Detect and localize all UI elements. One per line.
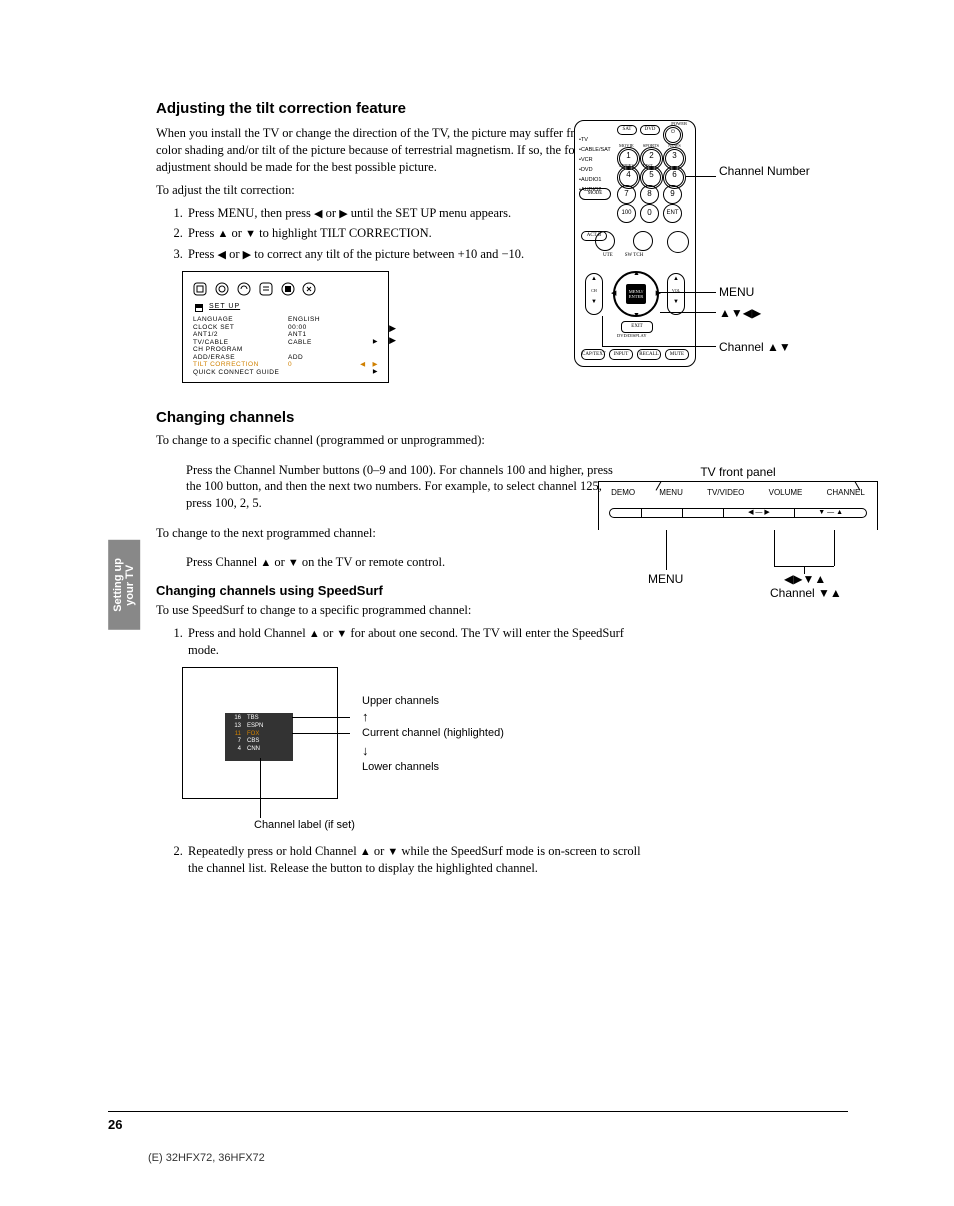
down-arrow-icon: ↓ [362, 743, 369, 758]
callout-upper: Upper channels [362, 695, 439, 707]
tvpanel-callout-channel: Channel ▼▲ [770, 586, 842, 600]
heading-tilt: Adjusting the tilt correction feature [156, 100, 856, 117]
tvpanel-callouts: MENU ◀▶▼▲ Channel ▼▲ [598, 530, 878, 600]
up-arrow-icon: ↑ [362, 709, 369, 724]
right-icon: ▶ [243, 248, 251, 263]
section-tab: Setting up your TV [108, 540, 140, 630]
callout-line [292, 717, 350, 718]
setup-menu-table: LANGUAGEENGLISH CLOCK SET00:00 ANT1/2ANT… [193, 316, 378, 376]
callout-channel-updown: Channel ▲▼ [719, 340, 791, 354]
speedsurf-figure: 16TBS 13ESPN 11FOX 7CBS 4CNN Upper chann… [182, 667, 856, 837]
callout-line [292, 733, 350, 734]
setup-menu-figure: SET UP LANGUAGEENGLISH CLOCK SET00:00 AN… [182, 271, 389, 383]
callout-menu: MENU [719, 285, 754, 299]
up-icon: ▲ [260, 556, 271, 571]
remote-body: SAT DVD ⏻ POWER •TV •CABLE/SAT •VCR •DVD… [574, 120, 696, 367]
callout-lower: Lower channels [362, 761, 439, 773]
side-tab-line2: your TV [124, 564, 136, 605]
heading-channels: Changing channels [156, 409, 856, 426]
speedsurf-steps-2: Repeatedly press or hold Channel ▲ or ▼ … [156, 843, 656, 877]
speedsurf-step-1: Press and hold Channel ▲ or ▼ for about … [186, 625, 656, 659]
remote-channel-rocker: ▲ CH ▼ [585, 273, 603, 315]
callout-line [602, 316, 603, 346]
remote-dpad: MENU/ ENTER ▲ ▼ ◀ ▶ [613, 271, 659, 317]
speedsurf-list: 16TBS 13ESPN 11FOX 7CBS 4CNN [225, 713, 293, 761]
tvpanel-labels: DEMO MENU TV/VIDEO VOLUME CHANNEL [599, 488, 877, 497]
callout-channel-number: Channel Number [719, 164, 810, 178]
menu-icon [281, 282, 295, 296]
channels-ind1: Press the Channel Number buttons (0–9 an… [186, 462, 626, 513]
down-icon: ▼ [387, 845, 398, 860]
speedsurf-steps-1: Press and hold Channel ▲ or ▼ for about … [156, 625, 656, 659]
model-number: (E) 32HFX72, 36HFX72 [148, 1152, 265, 1164]
menu-icon [215, 282, 229, 296]
down-icon: ▼ [336, 627, 347, 642]
tvpanel-title: TV front panel [598, 465, 878, 479]
left-icon: ◀ [218, 248, 226, 263]
menu-icon [237, 282, 251, 296]
up-icon: ▲ [309, 627, 320, 642]
menu-icon [193, 282, 207, 296]
callout-line [656, 292, 716, 293]
page-number: 26 [108, 1117, 122, 1132]
setup-menu-title: SET UP [209, 303, 240, 310]
speedsurf-step-2: Repeatedly press or hold Channel ▲ or ▼ … [186, 843, 656, 877]
up-icon: ▲ [218, 227, 229, 242]
callout-line [660, 312, 716, 313]
speedsurf-p1: To use SpeedSurf to change to a specific… [156, 602, 626, 619]
callout-arrows: ▲▼◀▶ [719, 306, 761, 320]
callout-current: Current channel (highlighted) [362, 727, 504, 739]
page-footer: 26 (E) 32HFX72, 36HFX72 [108, 1111, 848, 1166]
tvpanel-callout-menu: MENU [648, 572, 683, 586]
tvpanel-box: DEMO MENU TV/VIDEO VOLUME CHANNEL ◀ — ▶ … [598, 481, 878, 530]
tvpanel-callout-arrows: ◀▶▼▲ [784, 572, 826, 586]
tilt-lead: To adjust the tilt correction: [156, 182, 626, 199]
remote-mode-labels: •TV •CABLE/SAT •VCR •DVD •AUDIO1 •AUDIO2 [579, 135, 611, 195]
setup-side-arrows: ▶▶ [389, 322, 396, 346]
side-tab-line1: Setting up [112, 558, 124, 612]
right-icon: ▶ [339, 207, 347, 222]
channels-ind2: Press Channel ▲ or ▼ on the TV or remote… [186, 554, 626, 571]
callout-line [602, 346, 716, 347]
remote-volume-rocker: ▲ VOL ▼ [667, 273, 685, 315]
tv-front-panel-figure: TV front panel DEMO MENU TV/VIDEO VOLUME… [598, 465, 878, 600]
remote-bottom-row: CAP/TEXT INPUT RECALL MUTE [581, 349, 689, 360]
callout-line [260, 758, 261, 818]
setup-category-icon [193, 302, 205, 314]
down-icon: ▼ [245, 227, 256, 242]
tvpanel-button-bar: ◀ — ▶ ▼ — ▲ [609, 508, 867, 518]
remote-number-grid: 1 2 3 4 5 6 7 8 9 100 0 ENT [617, 147, 683, 222]
channels-p2: To change to the next programmed channel… [156, 525, 626, 542]
callout-line [686, 176, 716, 177]
tilt-intro: When you install the TV or change the di… [156, 125, 616, 176]
down-icon: ▼ [288, 556, 299, 571]
callout-channel-label: Channel label (if set) [254, 819, 355, 831]
menu-icon [259, 282, 273, 296]
left-icon: ◀ [314, 207, 322, 222]
up-icon: ▲ [360, 845, 371, 860]
remote-top-ovals: SAT DVD ⏻ [617, 125, 683, 145]
channels-p1: To change to a specific channel (program… [156, 432, 626, 449]
setup-menu-icons [193, 280, 378, 296]
menu-icon [302, 282, 316, 296]
